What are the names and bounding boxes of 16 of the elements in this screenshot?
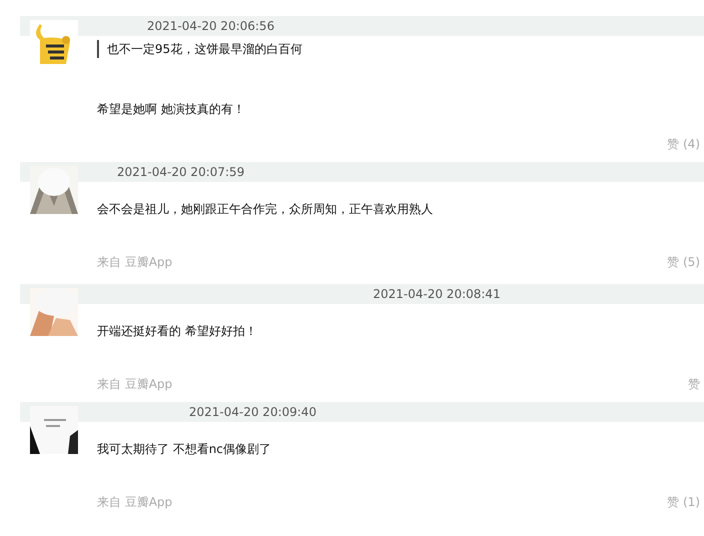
like-link[interactable]: 赞 — [688, 376, 700, 392]
comment-text: 开端还挺好看的 希望好好拍！ — [97, 323, 258, 340]
like-link[interactable]: 赞 (5) — [667, 254, 700, 270]
source-label: 来自 豆瓣App — [97, 376, 172, 392]
timestamp: 2021-04-20 20:07:59 — [117, 164, 244, 181]
timestamp: 2021-04-20 20:06:56 — [147, 18, 274, 35]
comment-text: 会不会是祖儿，她刚跟正午合作完，众所周知，正午喜欢用熟人 — [97, 201, 434, 218]
like-link[interactable]: 赞 (1) — [667, 494, 700, 510]
comment-text: 我可太期待了 不想看nc偶像剧了 — [97, 441, 272, 458]
like-link[interactable]: 赞 (4) — [667, 136, 700, 152]
comment-text: 希望是她啊 她演技真的有！ — [97, 101, 246, 118]
timestamp: 2021-04-20 20:08:41 — [373, 286, 500, 303]
quoted-comment: 也不一定95花，这饼最早溜的白百何 — [97, 40, 302, 58]
source-label: 来自 豆瓣App — [97, 254, 172, 270]
source-label: 来自 豆瓣App — [97, 494, 172, 510]
timestamp: 2021-04-20 20:09:40 — [189, 404, 316, 421]
